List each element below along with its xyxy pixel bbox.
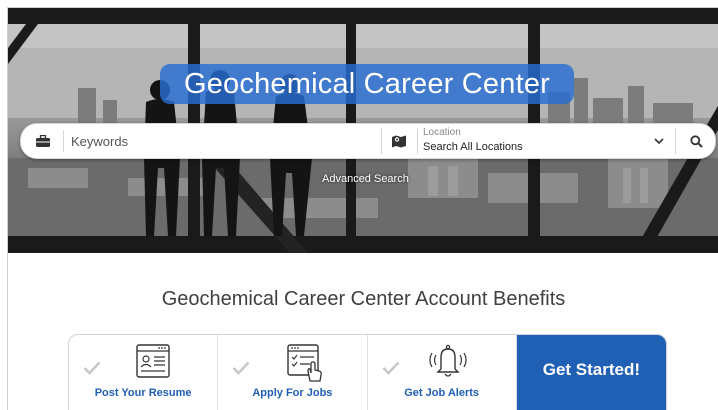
benefit-label: Get Job Alerts <box>404 387 480 399</box>
hero-banner: Geochemical Career Center Location Searc… <box>8 8 718 253</box>
check-icon <box>83 361 101 375</box>
magnifier-icon <box>689 134 703 148</box>
page-frame: Geochemical Career Center Location Searc… <box>7 7 718 410</box>
keywords-input[interactable] <box>71 130 371 152</box>
benefit-label: Post Your Resume <box>94 387 192 399</box>
application-icon <box>287 344 323 382</box>
benefit-job-alerts[interactable]: Get Job Alerts <box>368 335 517 410</box>
get-started-button[interactable]: Get Started! <box>516 335 666 410</box>
benefit-post-resume[interactable]: Post Your Resume <box>69 335 219 410</box>
location-select[interactable]: Search All Locations <box>423 141 523 153</box>
map-icon <box>387 124 411 158</box>
benefits-panel: Post Your Resume Apply For Jobs Get Job … <box>68 334 667 410</box>
divider <box>63 130 64 152</box>
check-icon <box>232 361 250 375</box>
chevron-down-icon[interactable] <box>649 124 669 158</box>
benefit-label: Apply For Jobs <box>252 387 333 399</box>
bell-icon <box>428 344 467 377</box>
benefits-heading: Geochemical Career Center Account Benefi… <box>161 288 566 310</box>
briefcase-icon <box>31 124 55 158</box>
divider <box>381 128 382 154</box>
divider <box>675 128 676 154</box>
location-caption: Location <box>423 127 461 138</box>
divider <box>417 128 418 154</box>
check-icon <box>382 361 399 375</box>
search-button[interactable] <box>681 124 711 158</box>
benefit-apply-jobs[interactable]: Apply For Jobs <box>218 335 368 410</box>
advanced-search-link[interactable]: Advanced Search <box>322 173 409 185</box>
job-search-bar: Location Search All Locations <box>20 123 716 159</box>
get-started-label: Get Started! <box>542 360 641 379</box>
resume-icon <box>136 344 170 378</box>
page-title: Geochemical Career Center <box>160 64 574 104</box>
